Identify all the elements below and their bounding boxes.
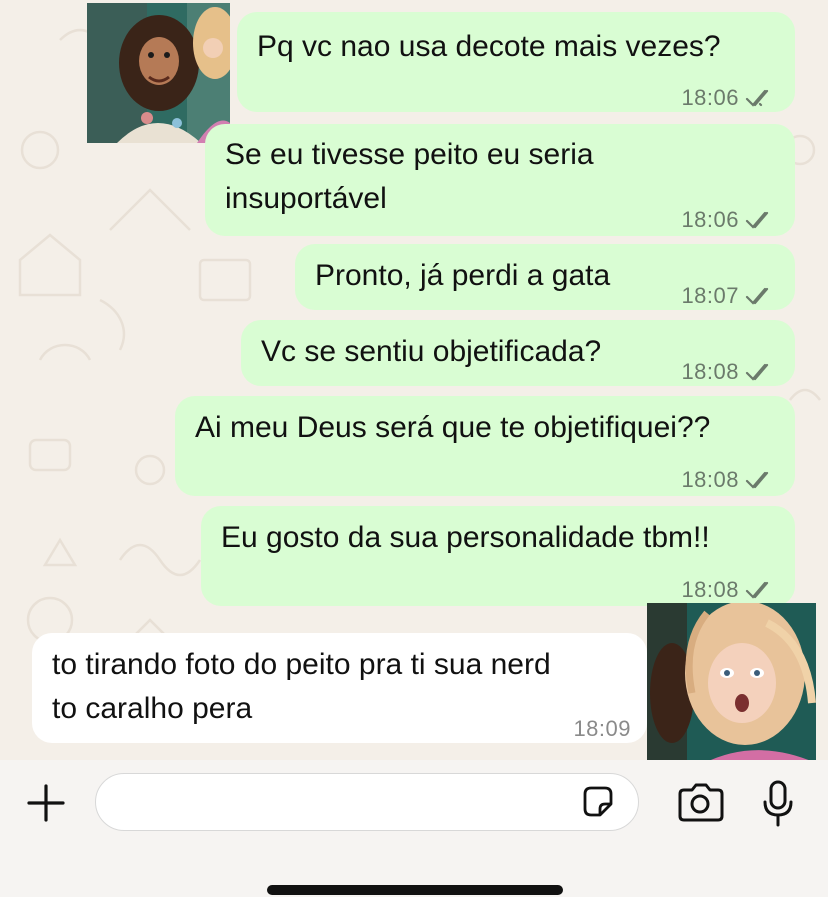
plus-icon[interactable]	[25, 782, 67, 824]
message-time: 18:08	[681, 359, 739, 384]
message-input-field[interactable]	[95, 773, 639, 831]
message-bubble-outgoing[interactable]: Pq vc nao usa decote mais vezes? 18:06	[237, 12, 795, 112]
read-ticks-icon	[745, 211, 769, 229]
read-ticks-icon	[745, 581, 769, 599]
contact-avatar-top[interactable]	[87, 3, 230, 143]
read-ticks-icon	[745, 89, 769, 107]
message-meta: 18:08	[681, 458, 775, 502]
home-indicator[interactable]	[267, 885, 563, 895]
message-bubble-outgoing[interactable]: Pronto, já perdi a gata 18:07	[295, 244, 795, 310]
message-text: Eu gosto da sua personalidade tbm!!	[221, 521, 710, 554]
camera-icon[interactable]	[676, 782, 724, 824]
message-text: Pronto, já perdi a gata	[315, 259, 611, 292]
message-meta: 18:07	[681, 274, 775, 318]
microphone-icon[interactable]	[762, 780, 794, 830]
message-meta: 18:06	[681, 76, 775, 120]
message-bubble-outgoing[interactable]: Vc se sentiu objetificada? 18:08	[241, 320, 795, 386]
message-text: Se eu tivesse peito eu seria	[225, 138, 594, 171]
message-text: insuportável	[225, 182, 387, 215]
message-input-bar	[0, 760, 828, 897]
contact-avatar-bottom[interactable]	[647, 603, 816, 773]
read-ticks-icon	[745, 287, 769, 305]
read-ticks-icon	[745, 363, 769, 381]
message-bubble-outgoing[interactable]: Ai meu Deus será que te objetifiquei?? 1…	[175, 396, 795, 496]
message-time: 18:07	[681, 283, 739, 308]
message-text: Vc se sentiu objetificada?	[261, 335, 602, 368]
message-meta: 18:08	[681, 350, 775, 394]
sticker-icon[interactable]	[580, 784, 616, 820]
message-time: 18:06	[681, 85, 739, 110]
message-text: to caralho pera	[52, 692, 253, 725]
message-time: 18:08	[681, 467, 739, 492]
message-text: to tirando foto do peito pra ti sua nerd	[52, 648, 551, 681]
message-bubble-outgoing[interactable]: Se eu tivesse peito eu seria insuportáve…	[205, 124, 795, 236]
message-text: Pq vc nao usa decote mais vezes?	[257, 30, 721, 63]
message-bubble-incoming[interactable]: to tirando foto do peito pra ti sua nerd…	[32, 633, 647, 743]
message-meta: 18:06	[681, 198, 775, 242]
message-meta: 18:09	[573, 707, 631, 751]
message-bubble-outgoing[interactable]: Eu gosto da sua personalidade tbm!! 18:0…	[201, 506, 795, 606]
message-time: 18:06	[681, 207, 739, 232]
message-time: 18:09	[573, 716, 631, 741]
read-ticks-icon	[745, 471, 769, 489]
message-text: Ai meu Deus será que te objetifiquei??	[195, 411, 711, 444]
